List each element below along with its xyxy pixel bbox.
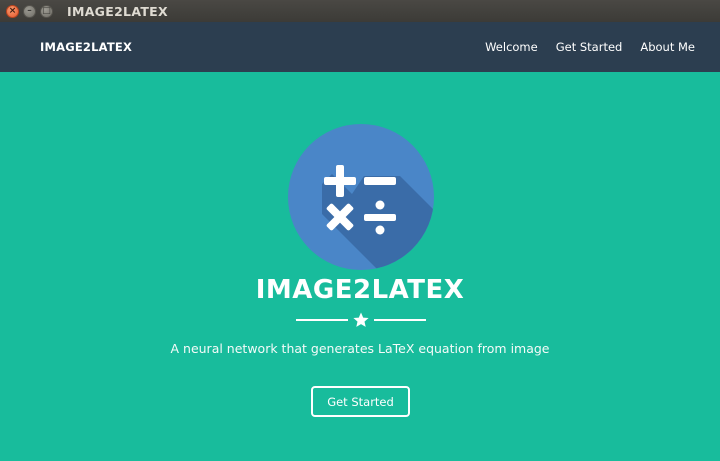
navbar-brand[interactable]: IMAGE2LATEX — [40, 22, 132, 72]
nav-links: Welcome Get Started About Me — [467, 22, 695, 72]
app-window: × – □ IMAGE2LATEX IMAGE2LATEX Welcome Ge… — [0, 0, 720, 461]
math-operators-icon — [288, 124, 434, 270]
divider-line-right — [374, 319, 426, 321]
nav-link-about-me[interactable]: About Me — [640, 40, 695, 54]
window-minimize-button[interactable]: – — [23, 4, 36, 18]
hero-title: IMAGE2LATEX — [255, 275, 465, 305]
nav-link-welcome[interactable]: Welcome — [485, 40, 538, 54]
window-title: IMAGE2LATEX — [67, 3, 168, 19]
star-icon — [353, 312, 369, 327]
hero-subtitle: A neural network that generates LaTeX eq… — [170, 341, 550, 356]
divider-line-left — [296, 319, 348, 321]
navbar: IMAGE2LATEX Welcome Get Started About Me — [0, 22, 720, 72]
hero-section: IMAGE2LATEX A neural network that genera… — [0, 72, 720, 461]
window-maximize-button[interactable]: □ — [40, 4, 53, 18]
window-close-button[interactable]: × — [6, 4, 19, 18]
nav-link-get-started[interactable]: Get Started — [556, 40, 623, 54]
window-titlebar: × – □ IMAGE2LATEX — [0, 0, 720, 22]
get-started-button[interactable]: Get Started — [311, 386, 410, 417]
title-divider — [296, 311, 426, 329]
